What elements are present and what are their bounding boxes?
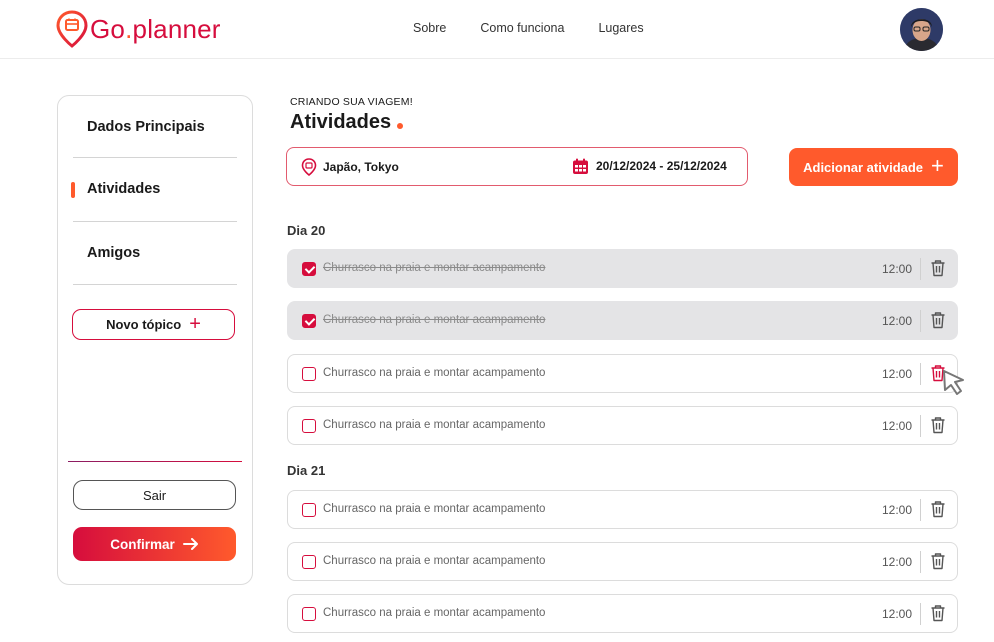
activity-time: 12:00 bbox=[882, 607, 913, 621]
avatar[interactable] bbox=[900, 8, 943, 51]
trash-icon[interactable] bbox=[930, 552, 946, 570]
trash-icon[interactable] bbox=[930, 500, 946, 518]
logo-dot: . bbox=[125, 13, 133, 44]
trash-icon[interactable] bbox=[930, 311, 946, 329]
activity-row: Churrasco na praia e montar acampamento … bbox=[287, 594, 958, 633]
trip-dates: 20/12/2024 - 25/12/2024 bbox=[596, 159, 727, 173]
sidebar-divider bbox=[73, 221, 237, 222]
row-divider bbox=[920, 310, 921, 332]
row-divider bbox=[920, 499, 921, 521]
logout-label: Sair bbox=[142, 487, 167, 503]
activity-row: Churrasco na praia e montar acampamento … bbox=[287, 249, 958, 288]
page-title: Atividades bbox=[290, 111, 392, 133]
row-divider bbox=[920, 258, 921, 280]
trip-location: Japão, Tokyo bbox=[323, 160, 399, 174]
plus-icon: + bbox=[931, 153, 944, 178]
activity-title: Churrasco na praia e montar acampamento bbox=[323, 262, 546, 274]
trash-icon[interactable] bbox=[930, 416, 946, 434]
activity-checkbox[interactable] bbox=[302, 607, 316, 621]
activity-title: Churrasco na praia e montar acampamento bbox=[323, 607, 546, 619]
active-indicator bbox=[71, 182, 75, 198]
day-label-20: Dia 20 bbox=[287, 223, 326, 238]
activity-title: Churrasco na praia e montar acampamento bbox=[323, 314, 546, 326]
row-divider bbox=[920, 603, 921, 625]
activity-time: 12:00 bbox=[882, 262, 913, 276]
page-eyebrow: CRIANDO SUA VIAGEM! bbox=[290, 96, 413, 108]
activity-row: Churrasco na praia e montar acampamento … bbox=[287, 542, 958, 581]
calendar-icon bbox=[573, 158, 588, 174]
activity-checkbox[interactable] bbox=[302, 419, 316, 433]
add-activity-label: Adicionar atividade bbox=[803, 159, 924, 175]
row-divider bbox=[920, 551, 921, 573]
sidebar-footer-divider bbox=[68, 461, 242, 462]
activity-row: Churrasco na praia e montar acampamento … bbox=[287, 406, 958, 445]
activity-time: 12:00 bbox=[882, 314, 913, 328]
activity-time: 12:00 bbox=[882, 419, 913, 433]
activity-time: 12:00 bbox=[882, 367, 913, 381]
new-topic-button[interactable]: Novo tópico + bbox=[72, 309, 235, 340]
activity-checkbox[interactable] bbox=[302, 555, 316, 569]
top-header: Go.planner Sobre Como funciona Lugares bbox=[0, 0, 994, 59]
nav-sobre[interactable]: Sobre bbox=[413, 21, 446, 35]
confirm-label: Confirmar bbox=[110, 536, 175, 552]
row-divider bbox=[920, 415, 921, 437]
activity-checkbox[interactable] bbox=[302, 314, 316, 328]
logout-button[interactable]: Sair bbox=[73, 480, 236, 510]
activity-title: Churrasco na praia e montar acampamento bbox=[323, 555, 546, 567]
activity-checkbox[interactable] bbox=[302, 367, 316, 381]
activity-time: 12:00 bbox=[882, 503, 913, 517]
day-label-21: Dia 21 bbox=[287, 463, 326, 478]
sidebar-item-dados-principais[interactable]: Dados Principais bbox=[87, 119, 205, 135]
activity-row: Churrasco na praia e montar acampamento … bbox=[287, 301, 958, 340]
sidebar-divider bbox=[73, 284, 237, 285]
nav-lugares[interactable]: Lugares bbox=[598, 21, 643, 35]
trash-icon[interactable] bbox=[930, 604, 946, 622]
trash-icon[interactable] bbox=[930, 364, 946, 382]
activity-row: Churrasco na praia e montar acampamento … bbox=[287, 490, 958, 529]
activity-title: Churrasco na praia e montar acampamento bbox=[323, 419, 546, 431]
activity-checkbox[interactable] bbox=[302, 503, 316, 517]
avatar-image bbox=[900, 8, 943, 51]
row-divider bbox=[920, 363, 921, 385]
activity-checkbox[interactable] bbox=[302, 262, 316, 276]
logo-pin-icon bbox=[56, 10, 88, 48]
location-pin-icon bbox=[301, 158, 317, 176]
arrow-right-icon bbox=[182, 538, 198, 550]
confirm-button[interactable]: Confirmar bbox=[73, 527, 236, 561]
activity-title: Churrasco na praia e montar acampamento bbox=[323, 367, 546, 379]
sidebar-item-amigos[interactable]: Amigos bbox=[87, 245, 140, 261]
new-topic-label: Novo tópico bbox=[106, 317, 182, 332]
logo-planner: planner bbox=[132, 13, 221, 44]
title-accent-dot bbox=[397, 123, 403, 129]
main-nav: Sobre Como funciona Lugares bbox=[413, 21, 644, 35]
page: Go.planner Sobre Como funciona Lugares D… bbox=[0, 0, 994, 642]
activity-time: 12:00 bbox=[882, 555, 913, 569]
sidebar-item-atividades[interactable]: Atividades bbox=[87, 181, 160, 197]
sidebar-divider bbox=[73, 157, 237, 158]
logo-go: Go bbox=[90, 13, 126, 44]
add-activity-button[interactable]: Adicionar atividade + bbox=[789, 148, 958, 186]
activity-row: Churrasco na praia e montar acampamento … bbox=[287, 354, 958, 393]
nav-como-funciona[interactable]: Como funciona bbox=[480, 21, 564, 35]
plus-icon: + bbox=[189, 312, 201, 335]
trip-summary-field[interactable]: Japão, Tokyo 20/12/2024 - 25/12/2024 bbox=[286, 147, 748, 186]
trash-icon[interactable] bbox=[930, 259, 946, 277]
logo[interactable]: Go.planner bbox=[56, 10, 221, 48]
activity-title: Churrasco na praia e montar acampamento bbox=[323, 503, 546, 515]
sidebar: Dados Principais Atividades Amigos Novo … bbox=[57, 95, 253, 585]
logo-wordmark: Go.planner bbox=[90, 14, 221, 45]
